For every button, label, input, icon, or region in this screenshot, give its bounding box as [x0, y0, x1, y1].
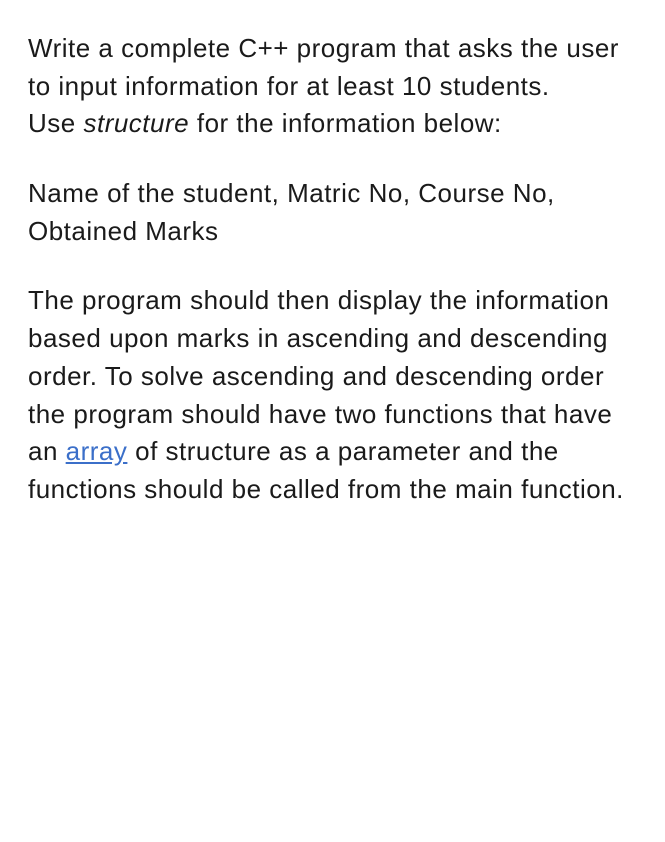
text-use: Use: [28, 108, 83, 138]
text-structure-emphasis: structure: [83, 108, 189, 138]
text-struct-fields: Name of the student, Matric No, Course N…: [28, 178, 555, 246]
paragraph-1: Write a complete C++ program that asks t…: [28, 30, 637, 143]
array-link[interactable]: array: [66, 436, 128, 466]
text-intro: Write a complete C++ program that asks t…: [28, 33, 619, 101]
text-for-info: for the information below:: [189, 108, 502, 138]
paragraph-2: Name of the student, Matric No, Course N…: [28, 175, 637, 250]
document-body: Write a complete C++ program that asks t…: [28, 30, 637, 509]
paragraph-3: The program should then display the info…: [28, 282, 637, 508]
